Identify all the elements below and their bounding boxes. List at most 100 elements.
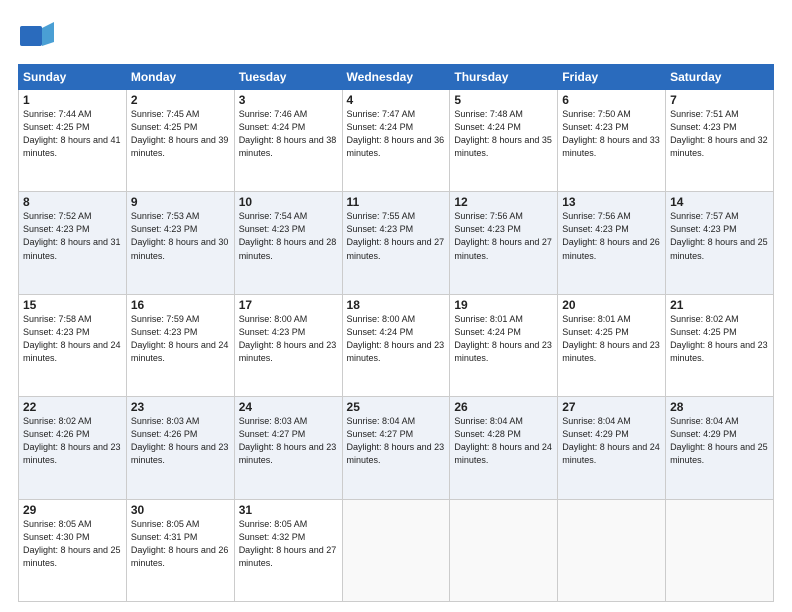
cell-info: Sunrise: 8:02 AMSunset: 4:26 PMDaylight:… — [23, 415, 122, 467]
cell-info: Sunrise: 7:54 AMSunset: 4:23 PMDaylight:… — [239, 210, 338, 262]
page: SundayMondayTuesdayWednesdayThursdayFrid… — [0, 0, 792, 612]
calendar-cell: 11Sunrise: 7:55 AMSunset: 4:23 PMDayligh… — [342, 192, 450, 294]
cell-info: Sunrise: 7:46 AMSunset: 4:24 PMDaylight:… — [239, 108, 338, 160]
cell-info: Sunrise: 7:58 AMSunset: 4:23 PMDaylight:… — [23, 313, 122, 365]
calendar-cell: 30Sunrise: 8:05 AMSunset: 4:31 PMDayligh… — [126, 499, 234, 601]
cell-info: Sunrise: 8:05 AMSunset: 4:31 PMDaylight:… — [131, 518, 230, 570]
cell-info: Sunrise: 7:44 AMSunset: 4:25 PMDaylight:… — [23, 108, 122, 160]
calendar-cell: 27Sunrise: 8:04 AMSunset: 4:29 PMDayligh… — [558, 397, 666, 499]
day-number: 5 — [454, 93, 553, 107]
cell-info: Sunrise: 7:45 AMSunset: 4:25 PMDaylight:… — [131, 108, 230, 160]
day-number: 6 — [562, 93, 661, 107]
day-number: 4 — [347, 93, 446, 107]
cell-info: Sunrise: 8:04 AMSunset: 4:29 PMDaylight:… — [562, 415, 661, 467]
calendar-cell: 13Sunrise: 7:56 AMSunset: 4:23 PMDayligh… — [558, 192, 666, 294]
cell-info: Sunrise: 8:03 AMSunset: 4:26 PMDaylight:… — [131, 415, 230, 467]
calendar-cell: 29Sunrise: 8:05 AMSunset: 4:30 PMDayligh… — [19, 499, 127, 601]
day-number: 25 — [347, 400, 446, 414]
col-header-thursday: Thursday — [450, 65, 558, 90]
calendar-week-1: 1Sunrise: 7:44 AMSunset: 4:25 PMDaylight… — [19, 90, 774, 192]
calendar-cell: 6Sunrise: 7:50 AMSunset: 4:23 PMDaylight… — [558, 90, 666, 192]
day-number: 27 — [562, 400, 661, 414]
cell-info: Sunrise: 7:56 AMSunset: 4:23 PMDaylight:… — [454, 210, 553, 262]
calendar-cell — [666, 499, 774, 601]
calendar-cell: 14Sunrise: 7:57 AMSunset: 4:23 PMDayligh… — [666, 192, 774, 294]
day-number: 19 — [454, 298, 553, 312]
calendar-cell: 23Sunrise: 8:03 AMSunset: 4:26 PMDayligh… — [126, 397, 234, 499]
calendar-cell — [558, 499, 666, 601]
calendar-cell: 10Sunrise: 7:54 AMSunset: 4:23 PMDayligh… — [234, 192, 342, 294]
calendar-cell: 21Sunrise: 8:02 AMSunset: 4:25 PMDayligh… — [666, 294, 774, 396]
calendar-cell: 2Sunrise: 7:45 AMSunset: 4:25 PMDaylight… — [126, 90, 234, 192]
col-header-saturday: Saturday — [666, 65, 774, 90]
day-number: 20 — [562, 298, 661, 312]
col-header-sunday: Sunday — [19, 65, 127, 90]
cell-info: Sunrise: 7:53 AMSunset: 4:23 PMDaylight:… — [131, 210, 230, 262]
cell-info: Sunrise: 7:52 AMSunset: 4:23 PMDaylight:… — [23, 210, 122, 262]
logo — [18, 18, 58, 54]
calendar-week-2: 8Sunrise: 7:52 AMSunset: 4:23 PMDaylight… — [19, 192, 774, 294]
calendar-cell: 15Sunrise: 7:58 AMSunset: 4:23 PMDayligh… — [19, 294, 127, 396]
calendar-cell: 12Sunrise: 7:56 AMSunset: 4:23 PMDayligh… — [450, 192, 558, 294]
col-header-wednesday: Wednesday — [342, 65, 450, 90]
day-number: 12 — [454, 195, 553, 209]
cell-info: Sunrise: 8:00 AMSunset: 4:24 PMDaylight:… — [347, 313, 446, 365]
day-number: 23 — [131, 400, 230, 414]
day-number: 24 — [239, 400, 338, 414]
day-number: 11 — [347, 195, 446, 209]
calendar-cell: 5Sunrise: 7:48 AMSunset: 4:24 PMDaylight… — [450, 90, 558, 192]
cell-info: Sunrise: 7:50 AMSunset: 4:23 PMDaylight:… — [562, 108, 661, 160]
calendar-cell: 31Sunrise: 8:05 AMSunset: 4:32 PMDayligh… — [234, 499, 342, 601]
calendar-cell: 19Sunrise: 8:01 AMSunset: 4:24 PMDayligh… — [450, 294, 558, 396]
cell-info: Sunrise: 8:04 AMSunset: 4:27 PMDaylight:… — [347, 415, 446, 467]
calendar-cell: 16Sunrise: 7:59 AMSunset: 4:23 PMDayligh… — [126, 294, 234, 396]
cell-info: Sunrise: 8:03 AMSunset: 4:27 PMDaylight:… — [239, 415, 338, 467]
cell-info: Sunrise: 8:04 AMSunset: 4:28 PMDaylight:… — [454, 415, 553, 467]
cell-info: Sunrise: 7:48 AMSunset: 4:24 PMDaylight:… — [454, 108, 553, 160]
cell-info: Sunrise: 7:55 AMSunset: 4:23 PMDaylight:… — [347, 210, 446, 262]
cell-info: Sunrise: 8:01 AMSunset: 4:25 PMDaylight:… — [562, 313, 661, 365]
cell-info: Sunrise: 7:56 AMSunset: 4:23 PMDaylight:… — [562, 210, 661, 262]
cell-info: Sunrise: 7:51 AMSunset: 4:23 PMDaylight:… — [670, 108, 769, 160]
cell-info: Sunrise: 7:59 AMSunset: 4:23 PMDaylight:… — [131, 313, 230, 365]
day-number: 1 — [23, 93, 122, 107]
cell-info: Sunrise: 8:00 AMSunset: 4:23 PMDaylight:… — [239, 313, 338, 365]
calendar-cell: 8Sunrise: 7:52 AMSunset: 4:23 PMDaylight… — [19, 192, 127, 294]
col-header-tuesday: Tuesday — [234, 65, 342, 90]
day-number: 14 — [670, 195, 769, 209]
cell-info: Sunrise: 8:04 AMSunset: 4:29 PMDaylight:… — [670, 415, 769, 467]
cell-info: Sunrise: 8:05 AMSunset: 4:32 PMDaylight:… — [239, 518, 338, 570]
calendar-cell: 4Sunrise: 7:47 AMSunset: 4:24 PMDaylight… — [342, 90, 450, 192]
header — [18, 18, 774, 54]
calendar-cell: 26Sunrise: 8:04 AMSunset: 4:28 PMDayligh… — [450, 397, 558, 499]
cell-info: Sunrise: 8:02 AMSunset: 4:25 PMDaylight:… — [670, 313, 769, 365]
cell-info: Sunrise: 7:57 AMSunset: 4:23 PMDaylight:… — [670, 210, 769, 262]
logo-icon — [18, 18, 54, 54]
day-number: 26 — [454, 400, 553, 414]
day-number: 15 — [23, 298, 122, 312]
calendar-cell: 24Sunrise: 8:03 AMSunset: 4:27 PMDayligh… — [234, 397, 342, 499]
day-number: 30 — [131, 503, 230, 517]
col-header-monday: Monday — [126, 65, 234, 90]
calendar-cell: 9Sunrise: 7:53 AMSunset: 4:23 PMDaylight… — [126, 192, 234, 294]
calendar-cell: 20Sunrise: 8:01 AMSunset: 4:25 PMDayligh… — [558, 294, 666, 396]
cell-info: Sunrise: 8:05 AMSunset: 4:30 PMDaylight:… — [23, 518, 122, 570]
day-number: 31 — [239, 503, 338, 517]
calendar-cell: 7Sunrise: 7:51 AMSunset: 4:23 PMDaylight… — [666, 90, 774, 192]
calendar-table: SundayMondayTuesdayWednesdayThursdayFrid… — [18, 64, 774, 602]
calendar-cell: 1Sunrise: 7:44 AMSunset: 4:25 PMDaylight… — [19, 90, 127, 192]
day-number: 22 — [23, 400, 122, 414]
day-number: 9 — [131, 195, 230, 209]
day-number: 7 — [670, 93, 769, 107]
day-number: 21 — [670, 298, 769, 312]
day-number: 16 — [131, 298, 230, 312]
day-number: 18 — [347, 298, 446, 312]
calendar-cell: 18Sunrise: 8:00 AMSunset: 4:24 PMDayligh… — [342, 294, 450, 396]
calendar-cell: 25Sunrise: 8:04 AMSunset: 4:27 PMDayligh… — [342, 397, 450, 499]
calendar-week-3: 15Sunrise: 7:58 AMSunset: 4:23 PMDayligh… — [19, 294, 774, 396]
day-number: 8 — [23, 195, 122, 209]
calendar-header-row: SundayMondayTuesdayWednesdayThursdayFrid… — [19, 65, 774, 90]
calendar-cell: 3Sunrise: 7:46 AMSunset: 4:24 PMDaylight… — [234, 90, 342, 192]
day-number: 17 — [239, 298, 338, 312]
day-number: 3 — [239, 93, 338, 107]
